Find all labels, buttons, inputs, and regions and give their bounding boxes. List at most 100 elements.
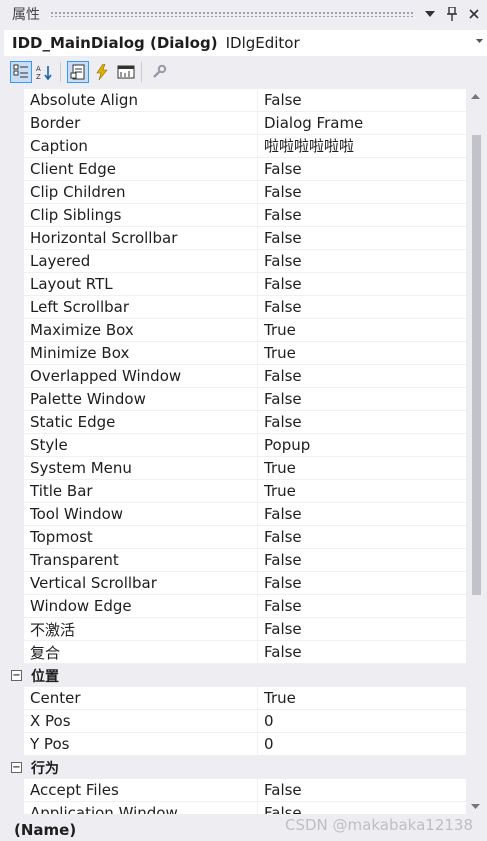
property-value[interactable]: False [257, 249, 466, 273]
property-row[interactable]: Minimize Box True [8, 341, 466, 365]
property-name: Vertical Scrollbar [30, 574, 157, 592]
property-row[interactable]: Clip Children False [8, 180, 466, 204]
collapse-icon[interactable]: − [11, 762, 22, 773]
property-row[interactable]: Left Scrollbar False [8, 295, 466, 319]
dropdown-icon[interactable] [421, 5, 439, 23]
property-name: Title Bar [30, 482, 93, 500]
property-value[interactable]: False [257, 180, 466, 204]
property-value[interactable]: False [257, 525, 466, 549]
property-value[interactable]: 啦啦啦啦啦啦 [257, 134, 466, 158]
row-gutter [8, 801, 24, 814]
svg-text:Z: Z [36, 73, 41, 80]
property-value[interactable]: False [257, 226, 466, 250]
close-icon[interactable] [465, 5, 483, 23]
property-row[interactable]: Transparent False [8, 548, 466, 572]
row-gutter [8, 341, 24, 365]
property-value[interactable]: True [257, 686, 466, 710]
property-row[interactable]: Static Edge False [8, 410, 466, 434]
property-value[interactable]: False [257, 272, 466, 296]
chevron-down-icon[interactable] [476, 36, 483, 46]
property-row[interactable]: Style Popup [8, 433, 466, 457]
property-value[interactable]: False [257, 203, 466, 227]
property-value[interactable]: True [257, 456, 466, 480]
property-name: Absolute Align [30, 91, 138, 109]
pin-icon[interactable] [443, 5, 461, 23]
property-row[interactable]: Absolute Align False [8, 89, 466, 112]
property-value[interactable]: False [257, 295, 466, 319]
row-gutter [8, 157, 24, 181]
property-row[interactable]: 复合 False [8, 640, 466, 664]
property-row[interactable]: Horizontal Scrollbar False [8, 226, 466, 250]
property-row[interactable]: Layout RTL False [8, 272, 466, 296]
property-value[interactable]: False [257, 801, 466, 814]
category-header[interactable]: − 行为 [8, 756, 466, 779]
messages-icon[interactable] [115, 61, 137, 83]
property-name: System Menu [30, 459, 132, 477]
property-row[interactable]: Accept Files False [8, 778, 466, 802]
property-value[interactable]: Dialog Frame [257, 111, 466, 135]
property-row[interactable]: Center True [8, 686, 466, 710]
property-row[interactable]: Clip Siblings False [8, 203, 466, 227]
row-gutter [8, 272, 24, 296]
property-grid[interactable]: Absolute Align False Border Dialog Frame Cap… [8, 89, 466, 814]
property-value[interactable]: Popup [257, 433, 466, 457]
object-selector[interactable]: IDD_MainDialog (Dialog) IDlgEditor [4, 30, 487, 56]
property-row[interactable]: Overlapped Window False [8, 364, 466, 388]
property-value[interactable]: False [257, 778, 466, 802]
svg-text:A: A [36, 65, 41, 73]
property-value[interactable]: False [257, 387, 466, 411]
property-value[interactable]: False [257, 617, 466, 641]
property-value[interactable]: True [257, 318, 466, 342]
property-row[interactable]: System Menu True [8, 456, 466, 480]
property-value[interactable]: 0 [257, 732, 466, 756]
categorized-icon[interactable] [10, 61, 32, 83]
row-gutter [8, 433, 24, 457]
property-row[interactable]: X Pos 0 [8, 709, 466, 733]
collapse-icon[interactable]: − [11, 670, 22, 681]
property-value[interactable]: False [257, 410, 466, 434]
row-gutter [8, 732, 24, 756]
category-header[interactable]: − 位置 [8, 664, 466, 687]
property-value[interactable]: 0 [257, 709, 466, 733]
property-row[interactable]: Maximize Box True [8, 318, 466, 342]
property-value[interactable]: False [257, 364, 466, 388]
property-row[interactable]: Client Edge False [8, 157, 466, 181]
property-value[interactable]: False [257, 502, 466, 526]
scroll-down-icon[interactable] [471, 801, 480, 812]
scroll-up-icon[interactable] [471, 91, 480, 102]
property-row[interactable]: Title Bar True [8, 479, 466, 503]
property-name: Center [30, 689, 81, 707]
events-icon[interactable] [91, 61, 113, 83]
properties-icon[interactable] [67, 61, 89, 83]
property-value[interactable]: False [257, 89, 466, 112]
property-row[interactable]: Vertical Scrollbar False [8, 571, 466, 595]
property-row[interactable]: 不激活 False [8, 617, 466, 641]
vertical-scrollbar[interactable] [467, 89, 485, 814]
row-gutter [8, 249, 24, 273]
title-grip[interactable] [50, 11, 413, 17]
property-row[interactable]: Palette Window False [8, 387, 466, 411]
property-row[interactable]: Tool Window False [8, 502, 466, 526]
scrollbar-thumb[interactable] [472, 135, 481, 595]
row-gutter [8, 134, 24, 158]
property-name: Topmost [30, 528, 93, 546]
property-value[interactable]: False [257, 571, 466, 595]
property-value[interactable]: False [257, 640, 466, 664]
property-value[interactable]: False [257, 157, 466, 181]
property-value[interactable]: False [257, 548, 466, 572]
alphabetical-icon[interactable]: A Z [34, 61, 56, 83]
property-row[interactable]: Caption 啦啦啦啦啦啦 [8, 134, 466, 158]
property-row[interactable]: Layered False [8, 249, 466, 273]
property-row[interactable]: Topmost False [8, 525, 466, 549]
row-gutter [8, 203, 24, 227]
property-row[interactable]: Application Window False [8, 801, 466, 814]
property-row[interactable]: Window Edge False [8, 594, 466, 618]
property-name: Application Window [30, 804, 178, 814]
property-value[interactable]: True [257, 341, 466, 365]
property-value[interactable]: False [257, 594, 466, 618]
property-row[interactable]: Y Pos 0 [8, 732, 466, 756]
watermark: CSDN @makabaka12138 [285, 816, 473, 834]
property-pages-icon[interactable] [148, 61, 170, 83]
property-value[interactable]: True [257, 479, 466, 503]
property-row[interactable]: Border Dialog Frame [8, 111, 466, 135]
